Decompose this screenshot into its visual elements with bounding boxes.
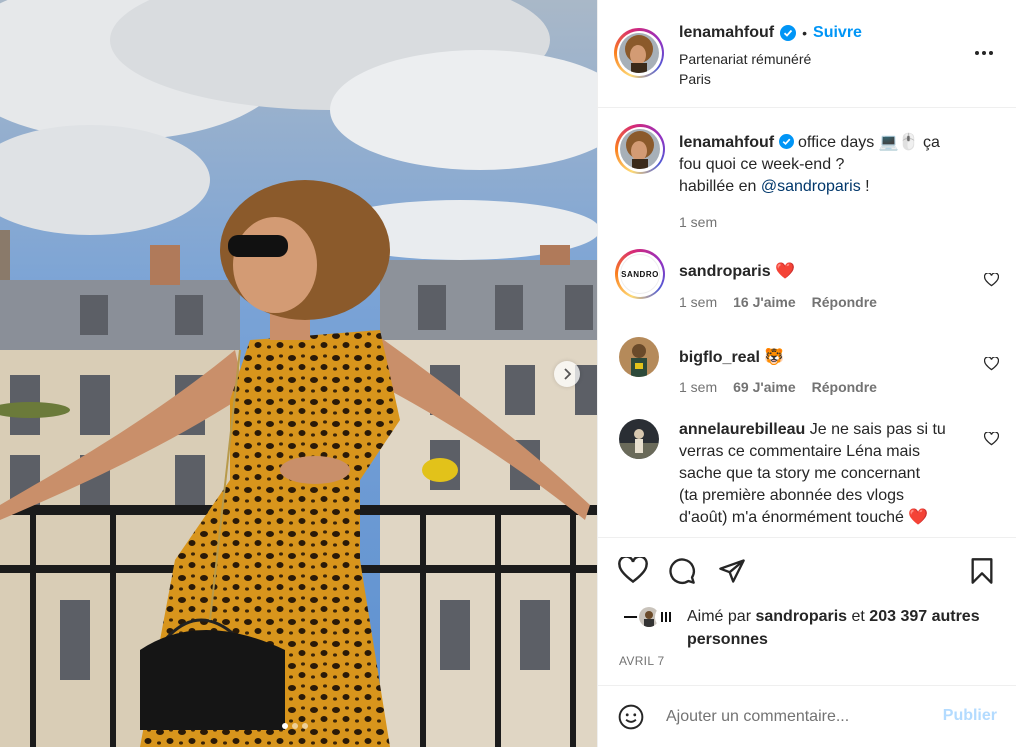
share-icon bbox=[719, 559, 745, 583]
save-button[interactable] bbox=[970, 557, 994, 588]
caption-line: office days 💻🖱️ ça bbox=[798, 134, 940, 151]
comment-icon bbox=[669, 558, 695, 584]
caption-line: fou quoi ce week-end ? bbox=[679, 156, 845, 173]
author-avatar-image bbox=[620, 129, 660, 169]
caption-time[interactable]: 1 sem bbox=[679, 214, 717, 230]
comment-body: (ta première abonnée des vlogs bbox=[679, 487, 905, 504]
liked-user-link[interactable]: sandroparis bbox=[755, 608, 847, 625]
post-header: lenamahfouf • Suivre Partenariat rémunér… bbox=[598, 0, 1016, 108]
author-avatar-image bbox=[619, 33, 659, 73]
heart-icon bbox=[983, 431, 1000, 446]
emoji-icon bbox=[618, 704, 644, 730]
post-photo[interactable] bbox=[0, 0, 597, 747]
comment-username[interactable]: bigflo_real bbox=[679, 349, 760, 366]
verified-icon bbox=[778, 134, 794, 149]
comment-username[interactable]: annelaurebilleau bbox=[679, 421, 805, 438]
carousel-next-button[interactable] bbox=[554, 361, 580, 387]
comments-list: lenamahfouf office days 💻🖱️ ça fou quoi … bbox=[598, 108, 1016, 538]
location-link[interactable]: Paris bbox=[679, 69, 811, 89]
heart-icon bbox=[983, 356, 1000, 371]
follow-button[interactable]: Suivre bbox=[813, 24, 862, 42]
comment-meta: 1 sem 16 J'aime Répondre bbox=[679, 294, 877, 310]
heart-icon bbox=[983, 272, 1000, 287]
comment-likes[interactable]: 16 J'aime bbox=[733, 294, 796, 310]
liked-middle: et bbox=[847, 608, 870, 625]
caption-username[interactable]: lenamahfouf bbox=[679, 134, 774, 151]
comment-avatar[interactable] bbox=[619, 337, 659, 377]
verified-icon bbox=[780, 25, 797, 41]
comment-input[interactable] bbox=[666, 704, 916, 730]
comment-body: sache que ta story me concernant bbox=[679, 465, 921, 482]
more-icon bbox=[975, 51, 993, 55]
post-actions: Aimé par sandroparis et 203 397 autres p… bbox=[598, 537, 1016, 747]
comment-body: d'août) m'a énormément touché ❤️ bbox=[679, 509, 929, 526]
comment-meta: 1 sem 69 J'aime Répondre bbox=[679, 379, 877, 395]
carousel-dot bbox=[292, 723, 298, 729]
photo-scene bbox=[0, 0, 597, 747]
post-date[interactable]: AVRIL 7 bbox=[619, 654, 664, 668]
caption-avatar[interactable] bbox=[615, 124, 665, 174]
header-separator: • bbox=[802, 25, 808, 41]
likes-count-link-2[interactable]: personnes bbox=[687, 631, 768, 648]
comment-text: annelaurebilleau Je ne sais pas si tu ve… bbox=[679, 419, 972, 529]
chevron-right-icon bbox=[564, 368, 572, 380]
elle-logo-icon bbox=[657, 607, 677, 627]
caption-text: lenamahfouf office days 💻🖱️ ça fou quoi … bbox=[679, 132, 972, 198]
comment-text: bigflo_real 🐯 bbox=[679, 347, 972, 369]
carousel-dot bbox=[282, 723, 288, 729]
caption-line: ! bbox=[860, 178, 870, 195]
carousel-indicator bbox=[282, 723, 308, 729]
comment-body: verras ce commentaire Léna mais bbox=[679, 443, 920, 460]
liked-prefix: Aimé par bbox=[687, 608, 756, 625]
comment-text: sandroparis ❤️ bbox=[679, 261, 972, 283]
comment-username[interactable]: sandroparis bbox=[679, 263, 771, 280]
author-username[interactable]: lenamahfouf bbox=[679, 24, 774, 42]
comment-like-button[interactable] bbox=[983, 356, 1000, 374]
comment-time[interactable]: 1 sem bbox=[679, 379, 717, 395]
caption-meta: 1 sem bbox=[679, 214, 717, 230]
heart-icon bbox=[618, 555, 648, 584]
comment-body: Je ne sais pas si tu bbox=[809, 421, 946, 438]
comment-like-button[interactable] bbox=[983, 431, 1000, 449]
comment-avatar[interactable] bbox=[619, 419, 659, 459]
like-button[interactable] bbox=[618, 555, 648, 587]
avatar-image bbox=[619, 337, 659, 377]
bookmark-icon bbox=[971, 558, 993, 584]
comment-like-button[interactable] bbox=[983, 272, 1000, 290]
liked-avatar-elle bbox=[655, 605, 679, 629]
liked-by-avatars bbox=[619, 605, 681, 631]
header-user-row: lenamahfouf • Suivre bbox=[679, 24, 862, 42]
comment-body: 🐯 bbox=[764, 349, 785, 366]
carousel-dot bbox=[302, 723, 308, 729]
header-subtitle: Partenariat rémunéré Paris bbox=[679, 49, 811, 89]
caption-mention-link[interactable]: @sandroparis bbox=[761, 178, 861, 195]
author-avatar[interactable] bbox=[614, 28, 664, 78]
comment-button[interactable] bbox=[668, 557, 696, 588]
caption-line: habillée en bbox=[679, 178, 761, 195]
liked-by-row: Aimé par sandroparis et 203 397 autres p… bbox=[619, 605, 1016, 651]
paid-partnership-link[interactable]: Partenariat rémunéré bbox=[679, 49, 811, 69]
more-options-button[interactable] bbox=[974, 43, 994, 59]
reply-button[interactable]: Répondre bbox=[812, 294, 877, 310]
comment-body: ❤️ bbox=[775, 263, 795, 280]
likes-count-link[interactable]: 203 397 autres bbox=[869, 608, 979, 625]
reply-button[interactable]: Répondre bbox=[812, 379, 877, 395]
emoji-button[interactable] bbox=[618, 704, 644, 733]
sandro-logo: SANDRO bbox=[621, 269, 659, 279]
publish-button[interactable]: Publier bbox=[943, 707, 997, 725]
instagram-post-modal: lenamahfouf • Suivre Partenariat rémunér… bbox=[0, 0, 1016, 747]
comment-likes[interactable]: 69 J'aime bbox=[733, 379, 796, 395]
post-side-panel: lenamahfouf • Suivre Partenariat rémunér… bbox=[597, 0, 1016, 747]
add-comment-bar: Publier bbox=[598, 685, 1016, 747]
share-button[interactable] bbox=[718, 557, 746, 588]
avatar-image bbox=[619, 419, 659, 459]
comment-avatar[interactable]: SANDRO bbox=[615, 249, 665, 299]
liked-by-text: Aimé par sandroparis et 203 397 autres p… bbox=[687, 605, 1007, 651]
comment-time[interactable]: 1 sem bbox=[679, 294, 717, 310]
